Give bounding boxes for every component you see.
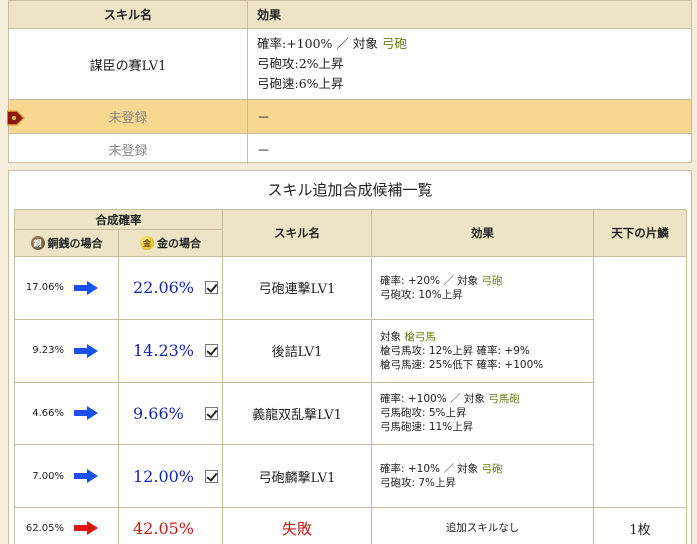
effect-text: 弓馬砲速: 11%上昇 (380, 421, 474, 434)
skill-name: 未登録 (9, 134, 248, 164)
candidate-effect: 確率: +100% ／ 対象 弓馬砲 弓馬砲攻: 5%上昇 弓馬砲速: 11%上… (371, 381, 594, 446)
candidate-skill-name: 弓砲連撃LV1 (222, 255, 372, 320)
skill-row-3[interactable]: 未登録 － (9, 134, 691, 164)
blue-arrow-icon (74, 280, 98, 295)
gold-rate-cell: 14.23% (118, 318, 223, 383)
tenka-cell (593, 255, 687, 509)
effect-text: 確率: +100% ／ 対象 (380, 393, 489, 406)
gold-rate: 12.00% (133, 466, 195, 486)
effect-text: 対象 (380, 330, 405, 343)
effect-line: 弓砲攻:2%上昇 (257, 54, 407, 74)
select-checkbox[interactable] (205, 281, 218, 295)
select-checkbox[interactable] (205, 344, 218, 358)
copper-rate-cell: 4.66% (14, 381, 119, 446)
copper-rate: 4.66% (32, 407, 64, 419)
effect-text: 槍弓馬速: 25%低下 確率: +100% (380, 358, 544, 371)
select-checkbox[interactable] (205, 469, 218, 483)
header-gold-label: 金の場合 (157, 236, 201, 250)
gold-coin-icon: 金 (140, 235, 154, 250)
skill-row-2-selected[interactable]: 未登録 － (9, 100, 691, 134)
copper-rate: 62.05% (25, 522, 64, 534)
gold-rate-cell: 22.06% (118, 255, 223, 320)
selection-marker-icon (7, 110, 25, 126)
copper-rate: 9.23% (32, 345, 64, 357)
blue-arrow-icon (74, 406, 98, 421)
copper-rate-cell: 17.06% (14, 255, 119, 320)
table-row: 17.06% 22.06% 弓砲連撃LV1 確率: +20% ／ 対象 弓砲 弓… (14, 255, 687, 509)
panel-title: スキル追加合成候補一覧 (267, 181, 433, 199)
candidate-effect: 確率: +20% ／ 対象 弓砲 弓砲攻: 10%上昇 (371, 255, 594, 320)
candidate-skill-name: 弓砲麟撃LV1 (222, 444, 372, 509)
effect-line: 確率:+100% ／ 対象 弓砲 (257, 34, 407, 54)
gold-rate-cell: 42.05% (118, 507, 223, 544)
gold-rate: 42.05% (133, 518, 195, 538)
effect-text: 弓砲攻: 7%上昇 (380, 477, 457, 490)
table-row: 9.23% 14.23% 後詰LV1 対象 槍弓馬 槍弓馬攻: 12%上昇 確率… (14, 318, 687, 383)
header-skill-name: スキル名 (9, 1, 248, 28)
candidate-skill-name: 後詰LV1 (222, 318, 372, 383)
gold-rate: 9.66% (133, 403, 184, 423)
red-arrow-icon (74, 521, 98, 536)
header-gold: 金金の場合 (118, 229, 223, 257)
header-copper-label: 銅銭の場合 (47, 236, 103, 250)
effect-target: 弓砲 (481, 463, 503, 476)
header-skill-name: スキル名 (222, 209, 372, 257)
blue-arrow-icon (74, 469, 98, 484)
fail-label: 失敗 (222, 507, 372, 544)
effect-target: 弓馬砲 (488, 393, 520, 406)
candidate-skill-name: 義龍双乱撃LV1 (222, 381, 372, 446)
candidate-effect: 対象 槍弓馬 槍弓馬攻: 12%上昇 確率: +9% 槍弓馬速: 25%低下 確… (371, 318, 594, 383)
tenka-count: 1枚 (593, 507, 687, 544)
effect-line: 弓砲速:6%上昇 (257, 74, 407, 94)
skill-effect: － (257, 143, 271, 159)
header-effect: 効果 (371, 209, 594, 257)
effect-target: 弓砲 (381, 36, 407, 51)
header-copper: 銅銅銭の場合 (14, 229, 119, 257)
skill-row-1[interactable]: 謀臣の賽LV1 確率:+100% ／ 対象 弓砲 弓砲攻:2%上昇 弓砲速:6%… (9, 29, 691, 100)
gold-rate: 14.23% (133, 341, 195, 361)
blue-arrow-icon (74, 343, 98, 358)
candidate-panel: スキル追加合成候補一覧 合成確率 スキル名 効果 天下の片鱗 銅銅銭の場合 金金… (8, 170, 692, 544)
candidate-table: 合成確率 スキル名 効果 天下の片鱗 銅銅銭の場合 金金の場合 17.06% 2… (14, 208, 687, 544)
effect-text: 確率: +10% ／ 対象 (380, 463, 482, 476)
copper-rate: 17.06% (25, 282, 64, 294)
table-header-row: 合成確率 スキル名 効果 天下の片鱗 (14, 208, 687, 257)
header-tenka: 天下の片鱗 (593, 209, 687, 257)
effect-target: 弓砲 (481, 274, 503, 287)
skill-name: 未登録 (9, 100, 248, 133)
no-skill-label: 追加スキルなし (371, 507, 594, 544)
fail-row: 62.05% 42.05% 失敗 追加スキルなし 1枚 (14, 507, 687, 544)
copper-rate-cell: 62.05% (14, 507, 119, 544)
skill-table: スキル名 効果 謀臣の賽LV1 確率:+100% ／ 対象 弓砲 弓砲攻:2%上… (7, 0, 692, 164)
effect-text: 弓砲攻:2%上昇 (257, 56, 344, 71)
effect-text: 弓砲攻: 10%上昇 (380, 288, 463, 301)
skill-effect: 確率:+100% ／ 対象 弓砲 弓砲攻:2%上昇 弓砲速:6%上昇 (248, 29, 691, 99)
header-effect: 効果 (257, 8, 282, 22)
effect-target: 槍弓馬 (404, 330, 436, 343)
effect-text: 弓砲速:6%上昇 (257, 76, 344, 91)
table-row: 4.66% 9.66% 義龍双乱撃LV1 確率: +100% ／ 対象 弓馬砲 … (14, 381, 687, 446)
skill-name: 謀臣の賽LV1 (9, 29, 248, 99)
copper-rate-cell: 7.00% (14, 444, 119, 509)
candidate-effect: 確率: +10% ／ 対象 弓砲 弓砲攻: 7%上昇 (371, 444, 594, 509)
gold-rate: 22.06% (133, 278, 195, 298)
select-checkbox[interactable] (205, 406, 218, 420)
copper-rate: 7.00% (32, 470, 64, 482)
skill-effect: － (257, 111, 271, 126)
copper-coin-icon: 銅 (30, 235, 45, 250)
gold-rate-cell: 12.00% (118, 444, 223, 509)
table-row: 7.00% 12.00% 弓砲麟撃LV1 確率: +10% ／ 対象 弓砲 弓砲… (14, 444, 687, 509)
effect-text: 弓馬砲攻: 5%上昇 (380, 407, 467, 420)
skill-table-header: スキル名 効果 (9, 1, 691, 29)
effect-text: 確率: +20% ／ 対象 (380, 274, 482, 287)
gold-rate-cell: 9.66% (118, 381, 223, 446)
effect-text: 槍弓馬攻: 12%上昇 確率: +9% (380, 344, 530, 357)
header-rate: 合成確率 (14, 208, 223, 231)
effect-text: 確率:+100% ／ 対象 (257, 36, 382, 51)
copper-rate-cell: 9.23% (14, 318, 119, 383)
